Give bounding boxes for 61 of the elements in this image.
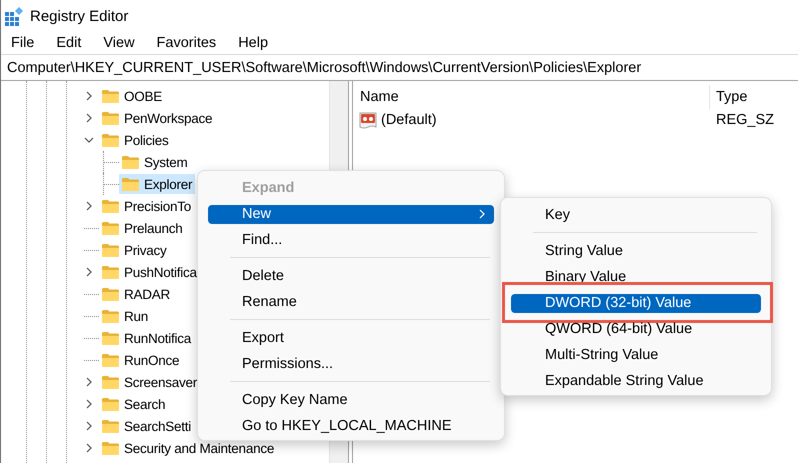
menu-item[interactable]: Multi-String Value: [511, 342, 761, 368]
menu-item[interactable]: Favorites: [150, 35, 224, 51]
tree-item[interactable]: PrecisionTo: [99, 196, 194, 216]
folder-icon: [101, 286, 120, 302]
tree-item[interactable]: Prelaunch: [99, 218, 186, 238]
column-header[interactable]: Type: [709, 85, 798, 109]
folder-icon: [101, 88, 120, 104]
tree-item[interactable]: Policies: [99, 130, 172, 150]
menu-item[interactable]: Copy Key Name: [208, 387, 494, 413]
tree-item[interactable]: Search: [99, 394, 168, 414]
menu-item[interactable]: File: [4, 35, 42, 51]
folder-icon: [101, 418, 120, 434]
folder-icon: [101, 352, 120, 368]
menu-item[interactable]: Help: [231, 35, 276, 51]
menu-item[interactable]: Find...: [208, 227, 494, 253]
tree-item[interactable]: System: [119, 152, 191, 172]
folder-icon: [101, 330, 120, 346]
tree-item[interactable]: Privacy: [99, 240, 170, 260]
menu-item[interactable]: String Value: [511, 238, 761, 264]
menu-item[interactable]: View: [96, 35, 142, 51]
menu-item[interactable]: DWORD (32-bit) Value: [511, 294, 761, 312]
value-type: REG_SZ: [715, 111, 776, 130]
folder-icon: [121, 176, 140, 192]
folder-icon: [101, 396, 120, 412]
menu-item[interactable]: Binary Value: [511, 264, 761, 290]
tree-item[interactable]: Security and Maintenance: [99, 438, 278, 458]
menu-item[interactable]: Rename: [208, 289, 494, 315]
folder-icon: [101, 242, 120, 258]
tree-item[interactable]: RunNotifica: [99, 328, 194, 348]
tree-item[interactable]: Screensaver: [99, 372, 200, 392]
folder-icon: [101, 198, 120, 214]
folder-icon: [101, 264, 120, 280]
folder-icon: [101, 374, 120, 390]
registry-icon: [4, 6, 24, 26]
window-title: Registry Editor: [30, 8, 128, 24]
tree-item[interactable]: RADAR: [99, 284, 174, 304]
folder-icon: [101, 132, 120, 148]
tree-item[interactable]: PushNotifica: [99, 262, 200, 282]
folder-icon: [101, 308, 120, 324]
folder-icon: [101, 440, 120, 456]
string-value-icon: [358, 110, 378, 130]
menu-item[interactable]: New: [208, 204, 494, 224]
tree-item[interactable]: Explorer: [119, 174, 196, 194]
menu-item[interactable]: Expandable String Value: [511, 368, 761, 394]
tree-item[interactable]: RunOnce: [99, 350, 182, 370]
folder-icon: [121, 154, 140, 170]
menu-item[interactable]: Delete: [208, 263, 494, 289]
menu-item[interactable]: Export: [208, 325, 494, 351]
tree-item[interactable]: PenWorkspace: [99, 108, 216, 128]
menu-item[interactable]: Edit: [49, 35, 88, 51]
menu-item[interactable]: Go to HKEY_LOCAL_MACHINE: [208, 413, 494, 439]
folder-icon: [101, 220, 120, 236]
menu-item[interactable]: Key: [511, 202, 761, 228]
tree-item[interactable]: OOBE: [99, 86, 166, 106]
tree-item[interactable]: SearchSetti: [99, 416, 194, 436]
folder-icon: [101, 110, 120, 126]
value-name[interactable]: (Default): [381, 112, 437, 128]
tree-item[interactable]: Run: [99, 306, 152, 326]
menu-item[interactable]: QWORD (64-bit) Value: [511, 316, 761, 342]
column-header[interactable]: Name: [353, 85, 709, 109]
menu-item[interactable]: Permissions...: [208, 351, 494, 377]
